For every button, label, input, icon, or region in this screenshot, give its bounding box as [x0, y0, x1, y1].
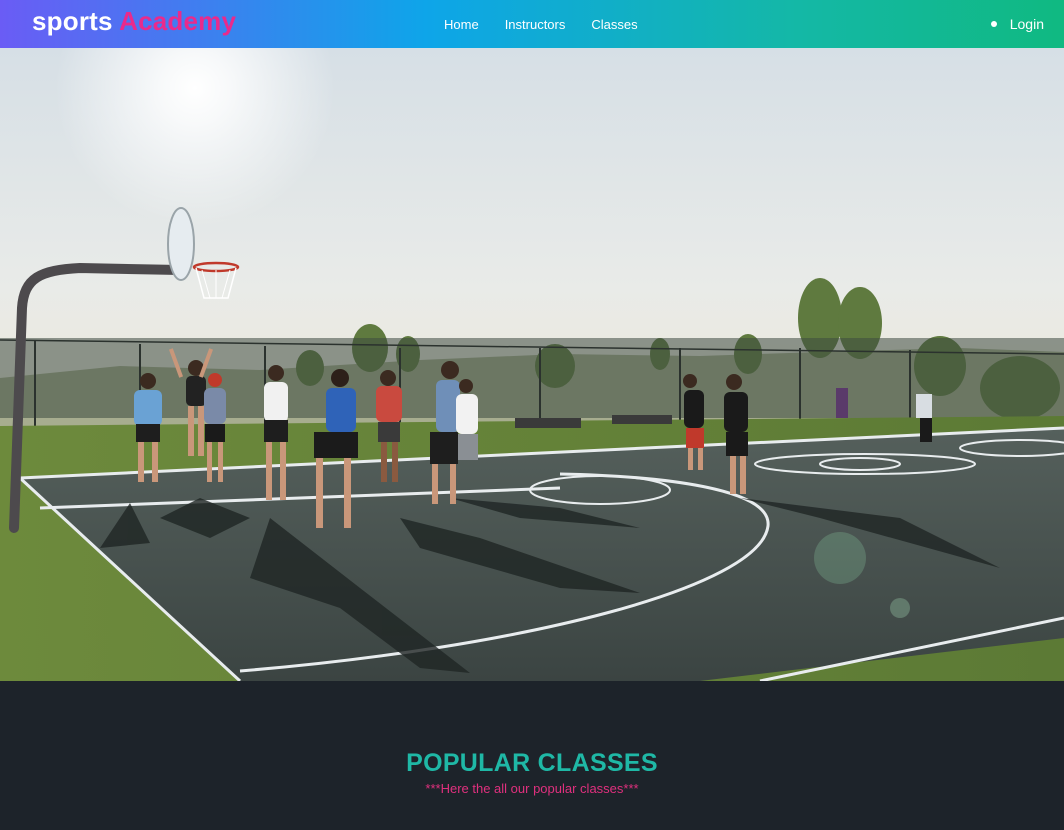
main-menu: Home Instructors Classes	[431, 0, 651, 48]
brand-word-academy: Academy	[119, 6, 237, 36]
popular-classes-section: POPULAR CLASSES ***Here the all our popu…	[0, 681, 1064, 830]
nav-instructors-link[interactable]: Instructors	[492, 11, 579, 38]
section-title: POPULAR CLASSES	[406, 749, 658, 777]
hero-banner-image	[0, 48, 1064, 681]
brand-logo[interactable]: sports Academy	[32, 4, 236, 38]
login-label: Login	[1009, 16, 1044, 32]
bullet-icon	[990, 21, 997, 27]
nav-classes-link[interactable]: Classes	[578, 11, 650, 38]
brand-word-sports: sports	[32, 6, 113, 36]
basketball-court-illustration	[0, 48, 1064, 681]
login-link[interactable]: Login	[990, 0, 1044, 48]
section-subtitle: ***Here the all our popular classes***	[425, 781, 639, 796]
top-navbar: sports Academy Home Instructors Classes …	[0, 0, 1064, 48]
nav-home-link[interactable]: Home	[431, 11, 492, 38]
